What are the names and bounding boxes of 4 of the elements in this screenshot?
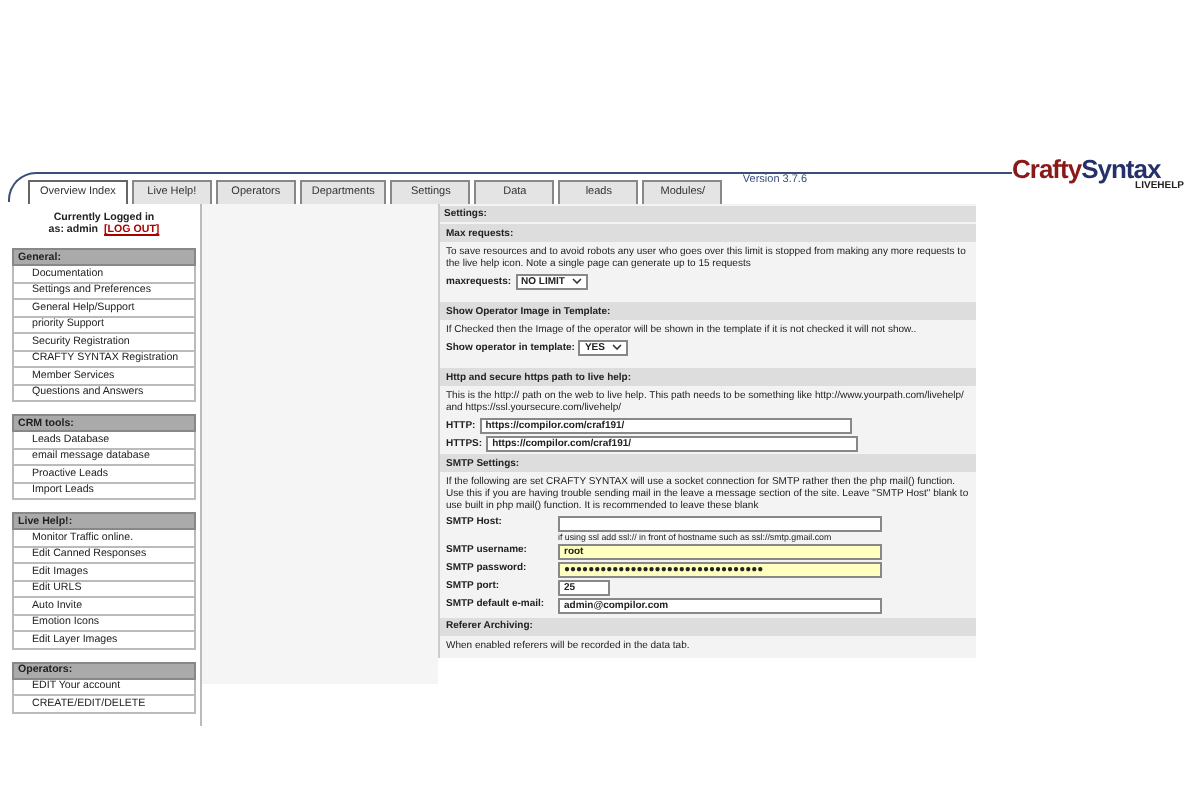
input-field[interactable] <box>558 515 882 531</box>
caret-icon <box>572 278 583 284</box>
caret-icon <box>612 344 623 350</box>
logo-wordmark: CraftySyntax <box>1012 154 1161 184</box>
